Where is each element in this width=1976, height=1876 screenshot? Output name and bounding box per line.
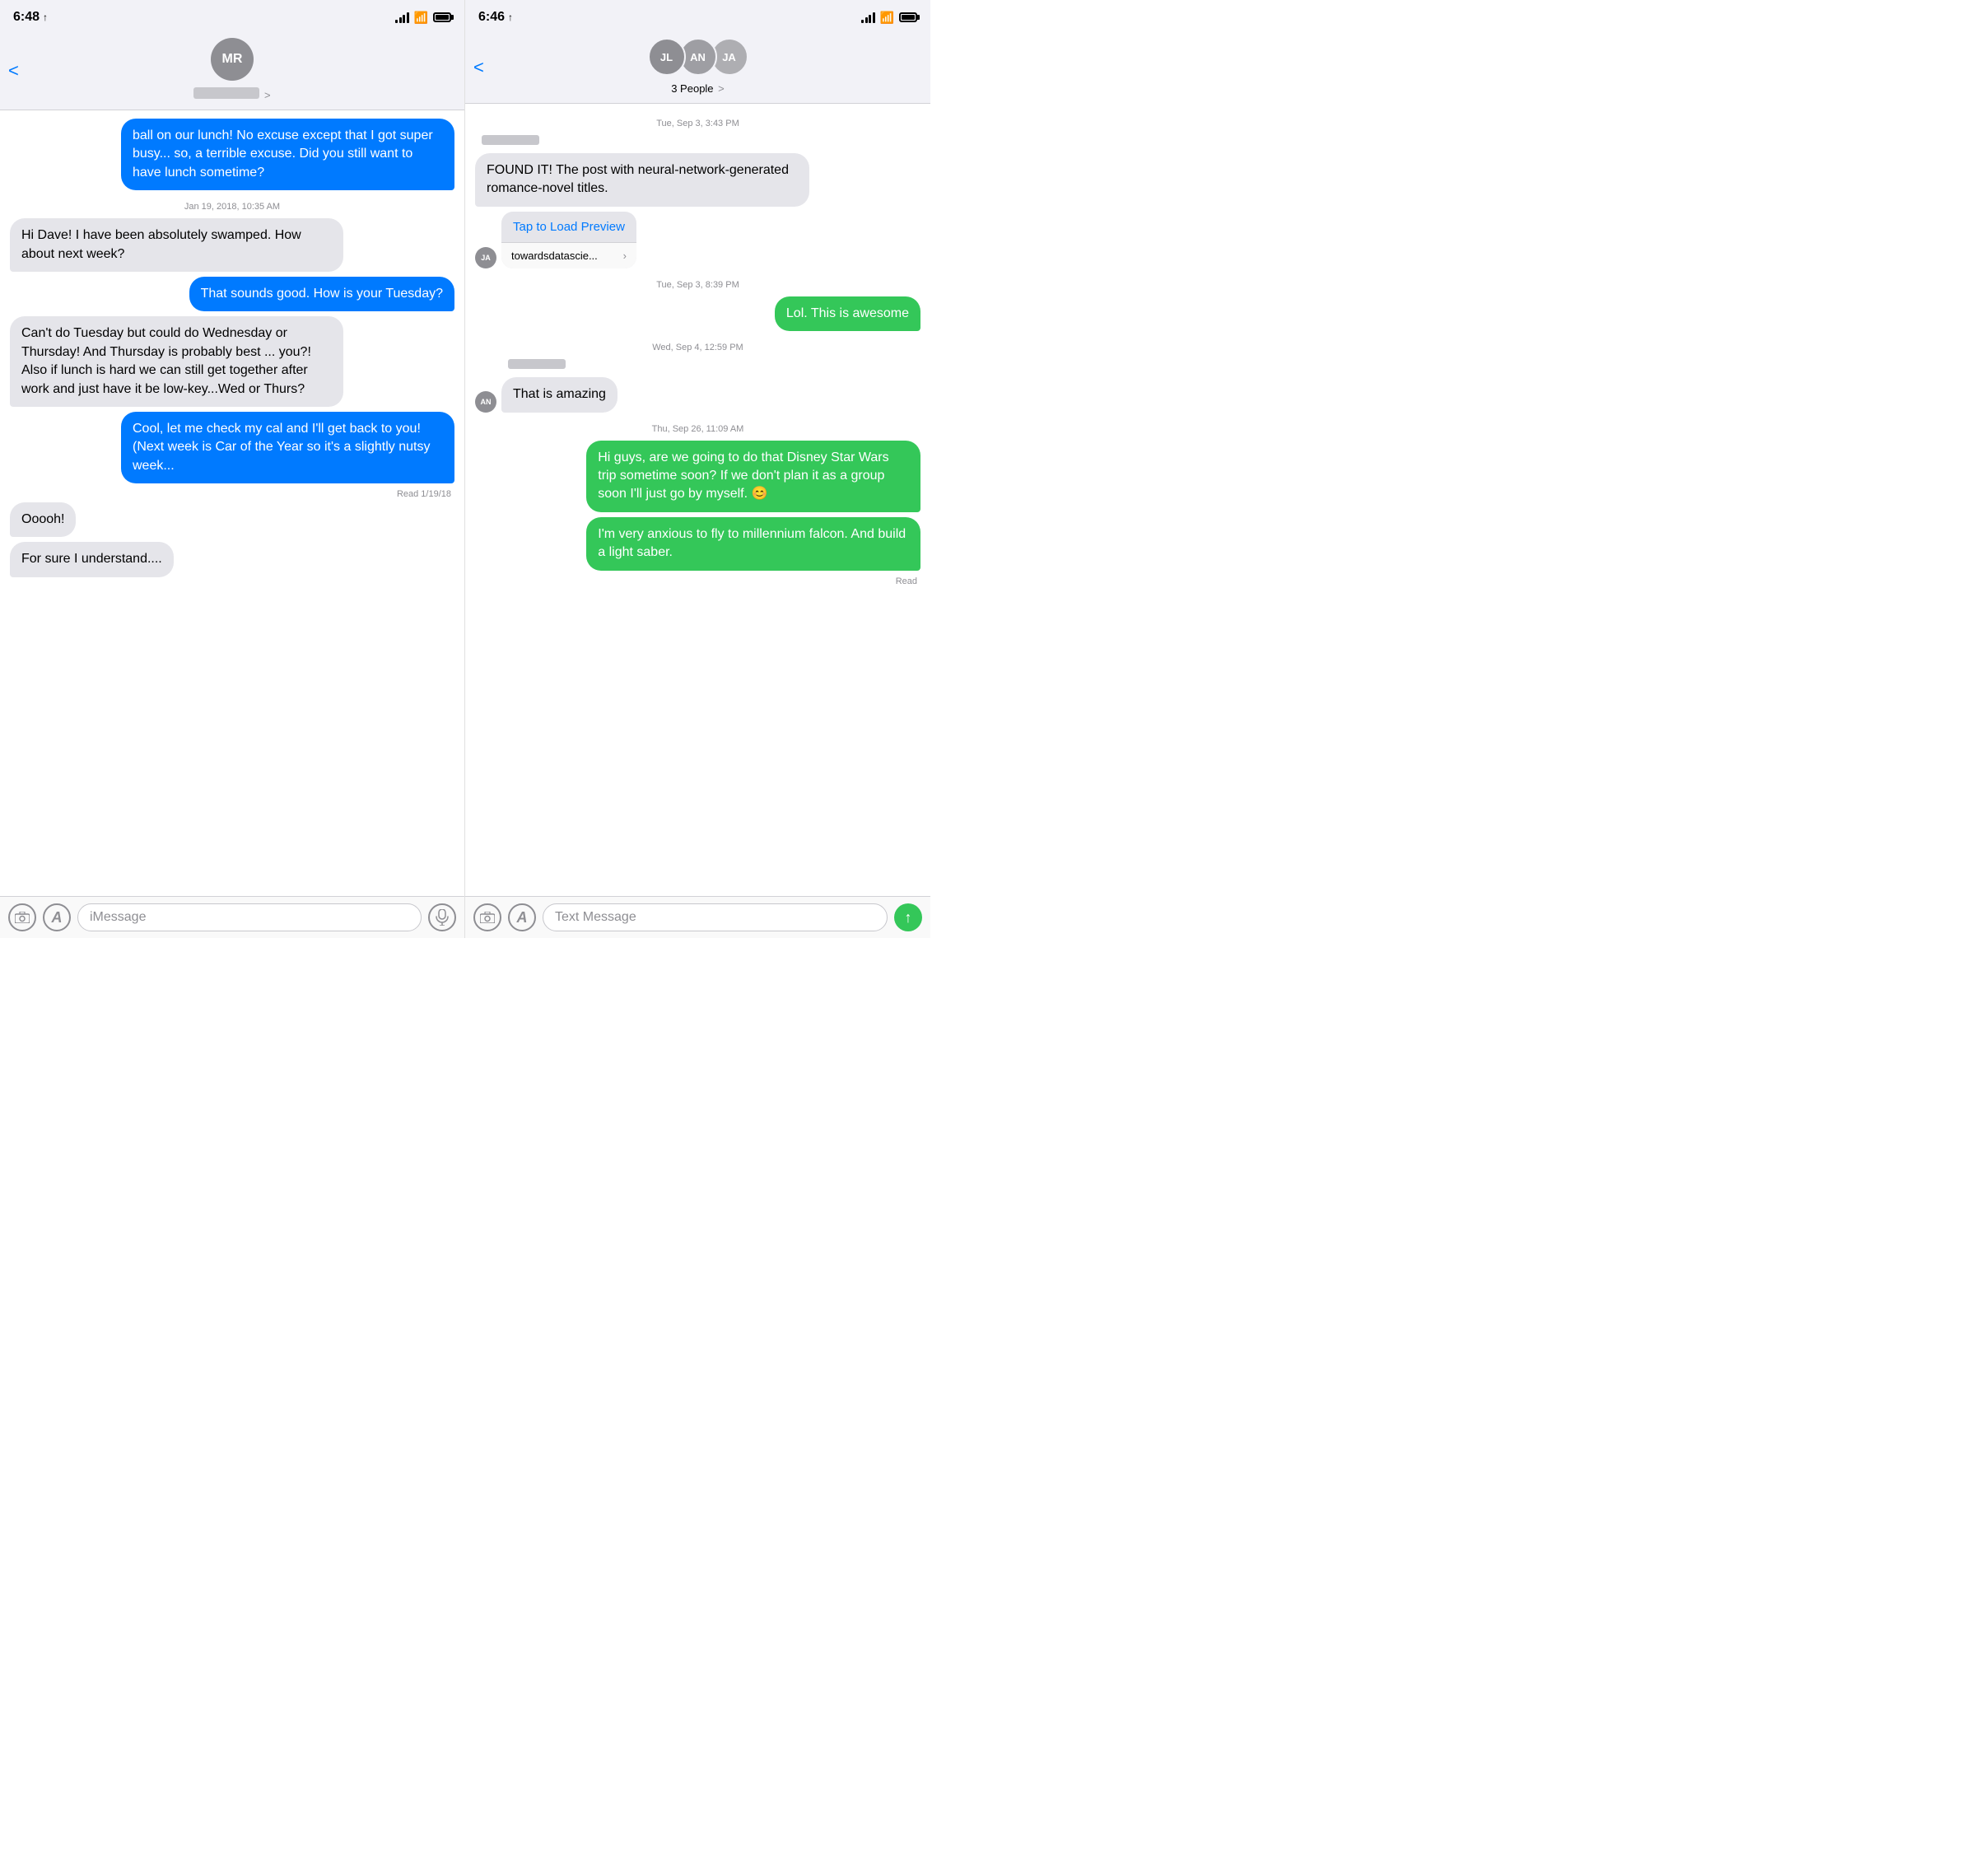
signal-icon: [861, 12, 875, 23]
right-status-icons: 📶: [861, 11, 917, 25]
message-row: Hi Dave! I have been absolutely swamped.…: [10, 218, 454, 272]
right-messages-area: Tue, Sep 3, 3:43 PM FOUND IT! The post w…: [465, 104, 930, 896]
location-arrow-icon: ↑: [43, 12, 48, 23]
read-receipt: Read: [475, 576, 917, 586]
message-row: I'm very anxious to fly to millennium fa…: [475, 517, 920, 571]
message-bubble: Ooooh!: [10, 502, 76, 537]
link-url[interactable]: towardsdatascie... ›: [501, 242, 636, 268]
tap-to-load[interactable]: Tap to Load Preview: [501, 212, 636, 242]
left-status-bar: 6:48 ↑ 📶: [0, 0, 464, 31]
message-bubble: I'm very anxious to fly to millennium fa…: [586, 517, 920, 571]
battery-icon: [433, 12, 451, 22]
avatar-ja-small: JA: [475, 247, 496, 268]
group-arrow: >: [718, 82, 725, 95]
read-receipt: Read 1/19/18: [10, 489, 451, 499]
group-name[interactable]: 3 People >: [671, 82, 725, 95]
message-row: ball on our lunch! No excuse except that…: [10, 119, 454, 190]
message-row: Lol. This is awesome: [475, 296, 920, 331]
message-row: Hi guys, are we going to do that Disney …: [475, 441, 920, 512]
left-messages-area: ball on our lunch! No excuse except that…: [0, 110, 464, 896]
wifi-icon: 📶: [414, 11, 428, 25]
avatar-an-small: AN: [475, 391, 496, 413]
sender-label: [475, 135, 920, 148]
timestamp-label: Tue, Sep 3, 8:39 PM: [475, 280, 920, 290]
right-status-bar: 6:46 ↑ 📶: [465, 0, 930, 31]
right-chat-header: < JL AN JA 3 People >: [465, 31, 930, 104]
message-bubble: FOUND IT! The post with neural-network-g…: [475, 153, 809, 207]
message-bubble: Hi Dave! I have been absolutely swamped.…: [10, 218, 343, 272]
chevron-right-icon: ›: [623, 250, 627, 262]
location-arrow-icon: ↑: [508, 12, 513, 23]
message-row: FOUND IT! The post with neural-network-g…: [475, 153, 920, 207]
right-time: 6:46 ↑: [478, 10, 513, 25]
apps-icon[interactable]: A: [508, 903, 536, 931]
send-button[interactable]: ↑: [894, 903, 922, 931]
back-button[interactable]: <: [8, 60, 19, 82]
timestamp-label: Tue, Sep 3, 3:43 PM: [475, 119, 920, 128]
contact-avatar: MR: [211, 38, 254, 81]
message-bubble: That sounds good. How is your Tuesday?: [189, 277, 454, 311]
mic-button[interactable]: [428, 903, 456, 931]
timestamp-label: Wed, Sep 4, 12:59 PM: [475, 343, 920, 352]
message-input[interactable]: iMessage: [77, 903, 422, 931]
message-bubble: Can't do Tuesday but could do Wednesday …: [10, 316, 343, 407]
timestamp-label: Thu, Sep 26, 11:09 AM: [475, 424, 920, 434]
contact-name[interactable]: >: [193, 84, 270, 101]
sender-label: [475, 359, 920, 372]
left-panel: 6:48 ↑ 📶 < MR > ball: [0, 0, 465, 938]
battery-icon: [899, 12, 917, 22]
message-bubble: Lol. This is awesome: [775, 296, 920, 331]
blurred-name: [193, 87, 259, 99]
left-chat-header: < MR >: [0, 31, 464, 110]
message-row: Can't do Tuesday but could do Wednesday …: [10, 316, 454, 407]
wifi-icon: 📶: [880, 11, 894, 25]
left-status-icons: 📶: [395, 11, 451, 25]
timestamp-label: Jan 19, 2018, 10:35 AM: [10, 202, 454, 212]
group-avatars: JL AN JA: [648, 38, 748, 76]
message-row: AN That is amazing: [475, 377, 920, 412]
message-row: Cool, let me check my cal and I'll get b…: [10, 412, 454, 483]
right-input-bar: A Text Message ↑: [465, 896, 930, 938]
message-row: That sounds good. How is your Tuesday?: [10, 277, 454, 311]
camera-icon[interactable]: [473, 903, 501, 931]
link-preview-row: JA Tap to Load Preview towardsdatascie..…: [475, 212, 920, 268]
right-panel: 6:46 ↑ 📶 < JL AN JA: [465, 0, 930, 938]
message-bubble: Cool, let me check my cal and I'll get b…: [121, 412, 454, 483]
signal-icon: [395, 12, 409, 23]
camera-icon[interactable]: [8, 903, 36, 931]
message-row: Ooooh!: [10, 502, 454, 537]
left-input-bar: A iMessage: [0, 896, 464, 938]
left-time: 6:48 ↑: [13, 10, 48, 25]
avatar-jl: JL: [648, 38, 686, 76]
message-bubble: For sure I understand....: [10, 542, 174, 576]
message-bubble: That is amazing: [501, 377, 618, 412]
apps-icon[interactable]: A: [43, 903, 71, 931]
message-row: For sure I understand....: [10, 542, 454, 576]
back-button[interactable]: <: [473, 57, 484, 78]
link-preview[interactable]: Tap to Load Preview towardsdatascie... ›: [501, 212, 636, 268]
contact-arrow: >: [264, 89, 271, 101]
message-bubble: Hi guys, are we going to do that Disney …: [586, 441, 920, 512]
message-bubble: ball on our lunch! No excuse except that…: [121, 119, 454, 190]
message-input[interactable]: Text Message: [543, 903, 888, 931]
